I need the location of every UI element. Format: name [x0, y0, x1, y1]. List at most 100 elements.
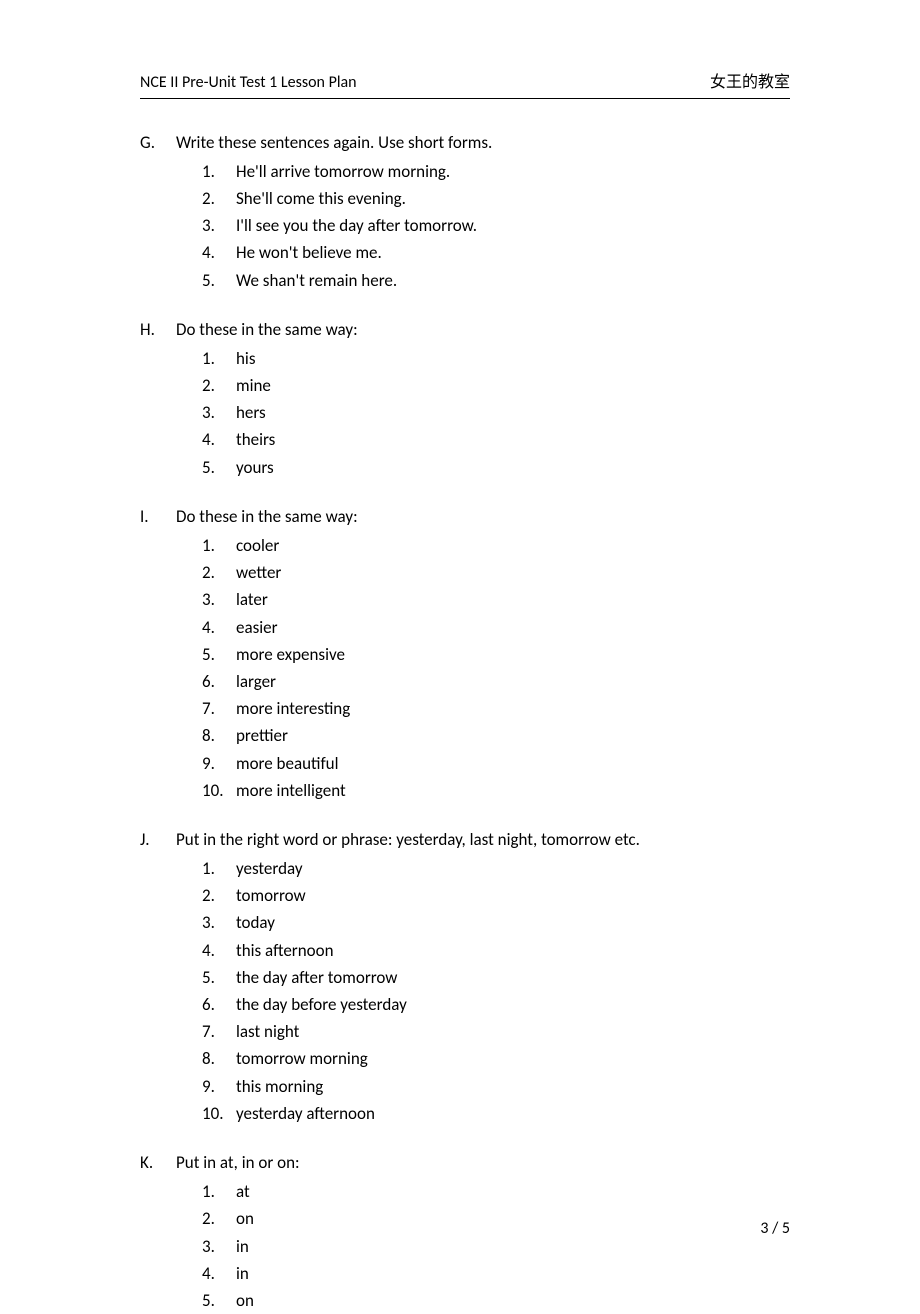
item-number: 2. [202, 372, 236, 399]
list-item: 4.theirs [176, 426, 790, 453]
section-body: Do these in the same way:1.his2.mine3.he… [176, 316, 790, 481]
item-number: 2. [202, 1205, 236, 1232]
list-item: 4.this afternoon [176, 937, 790, 964]
list-item: 3.I'll see you the day after tomorrow. [176, 212, 790, 239]
item-text: We shan't remain here. [236, 267, 790, 294]
section: G.Write these sentences again. Use short… [140, 129, 790, 294]
list-item: 9.this morning [176, 1073, 790, 1100]
item-number: 5. [202, 964, 236, 991]
item-text: on [236, 1205, 790, 1232]
section-prompt: Write these sentences again. Use short f… [176, 129, 790, 156]
item-number: 4. [202, 1260, 236, 1287]
item-text: I'll see you the day after tomorrow. [236, 212, 790, 239]
section-letter: I. [140, 503, 176, 804]
list-item: 3.in [176, 1233, 790, 1260]
item-text: more expensive [236, 641, 790, 668]
item-number: 10. [202, 777, 236, 804]
section-prompt: Do these in the same way: [176, 316, 790, 343]
list-item: 3.later [176, 586, 790, 613]
list-item: 5.more expensive [176, 641, 790, 668]
item-text: the day after tomorrow [236, 964, 790, 991]
item-number: 3. [202, 212, 236, 239]
item-text: wetter [236, 559, 790, 586]
item-text: He'll arrive tomorrow morning. [236, 158, 790, 185]
item-number: 6. [202, 668, 236, 695]
item-text: yours [236, 454, 790, 481]
item-number: 4. [202, 614, 236, 641]
section-letter: K. [140, 1149, 176, 1314]
list-item: 5.yours [176, 454, 790, 481]
item-number: 9. [202, 1073, 236, 1100]
list-item: 3.today [176, 909, 790, 936]
item-text: last night [236, 1018, 790, 1045]
header-left: NCE II Pre-Unit Test 1 Lesson Plan [140, 70, 357, 96]
section: I.Do these in the same way:1.cooler2.wet… [140, 503, 790, 804]
list-item: 6.the day before yesterday [176, 991, 790, 1018]
item-number: 10. [202, 1100, 236, 1127]
item-text: the day before yesterday [236, 991, 790, 1018]
list-item: 2.on [176, 1205, 790, 1232]
list-item: 2.mine [176, 372, 790, 399]
item-number: 3. [202, 399, 236, 426]
item-text: larger [236, 668, 790, 695]
item-number: 7. [202, 1018, 236, 1045]
list-item: 9.more beautiful [176, 750, 790, 777]
item-text: She'll come this evening. [236, 185, 790, 212]
item-number: 4. [202, 426, 236, 453]
section: H.Do these in the same way:1.his2.mine3.… [140, 316, 790, 481]
section-letter: H. [140, 316, 176, 481]
list-item: 5.on [176, 1287, 790, 1314]
section-prompt: Put in the right word or phrase: yesterd… [176, 826, 790, 853]
header-right: 女王的教室 [710, 70, 790, 96]
item-text: tomorrow [236, 882, 790, 909]
item-text: this afternoon [236, 937, 790, 964]
item-number: 3. [202, 1233, 236, 1260]
list-item: 3.hers [176, 399, 790, 426]
page-number: 3 / 5 [760, 1216, 790, 1242]
item-number: 1. [202, 1178, 236, 1205]
item-number: 3. [202, 909, 236, 936]
item-number: 2. [202, 185, 236, 212]
list-item: 10.more intelligent [176, 777, 790, 804]
item-number: 1. [202, 345, 236, 372]
section-body: Write these sentences again. Use short f… [176, 129, 790, 294]
section: K.Put in at, in or on:1.at2.on3.in4.in5.… [140, 1149, 790, 1314]
document-page: NCE II Pre-Unit Test 1 Lesson Plan 女王的教室… [0, 0, 920, 1302]
list-item: 2.She'll come this evening. [176, 185, 790, 212]
section-letter: J. [140, 826, 176, 1127]
list-item: 2.tomorrow [176, 882, 790, 909]
list-item: 10.yesterday afternoon [176, 1100, 790, 1127]
list-item: 2.wetter [176, 559, 790, 586]
item-text: yesterday [236, 855, 790, 882]
item-text: today [236, 909, 790, 936]
item-text: in [236, 1260, 790, 1287]
item-number: 4. [202, 937, 236, 964]
page-header: NCE II Pre-Unit Test 1 Lesson Plan 女王的教室 [140, 70, 790, 99]
list-item: 4.He won't believe me. [176, 239, 790, 266]
item-number: 5. [202, 641, 236, 668]
item-text: his [236, 345, 790, 372]
item-text: tomorrow morning [236, 1045, 790, 1072]
item-text: on [236, 1287, 790, 1314]
item-text: easier [236, 614, 790, 641]
item-number: 3. [202, 586, 236, 613]
list-item: 7.more interesting [176, 695, 790, 722]
list-item: 5.We shan't remain here. [176, 267, 790, 294]
list-item: 8.prettier [176, 722, 790, 749]
section-body: Put in the right word or phrase: yesterd… [176, 826, 790, 1127]
item-number: 7. [202, 695, 236, 722]
list-item: 1.at [176, 1178, 790, 1205]
item-number: 1. [202, 532, 236, 559]
list-item: 4.in [176, 1260, 790, 1287]
list-item: 5.the day after tomorrow [176, 964, 790, 991]
list-item: 6.larger [176, 668, 790, 695]
list-item: 1.his [176, 345, 790, 372]
item-text: yesterday afternoon [236, 1100, 790, 1127]
section-prompt: Put in at, in or on: [176, 1149, 790, 1176]
list-item: 1.cooler [176, 532, 790, 559]
list-item: 1.He'll arrive tomorrow morning. [176, 158, 790, 185]
list-item: 1.yesterday [176, 855, 790, 882]
section-body: Put in at, in or on:1.at2.on3.in4.in5.on [176, 1149, 790, 1314]
list-item: 4.easier [176, 614, 790, 641]
section-prompt: Do these in the same way: [176, 503, 790, 530]
